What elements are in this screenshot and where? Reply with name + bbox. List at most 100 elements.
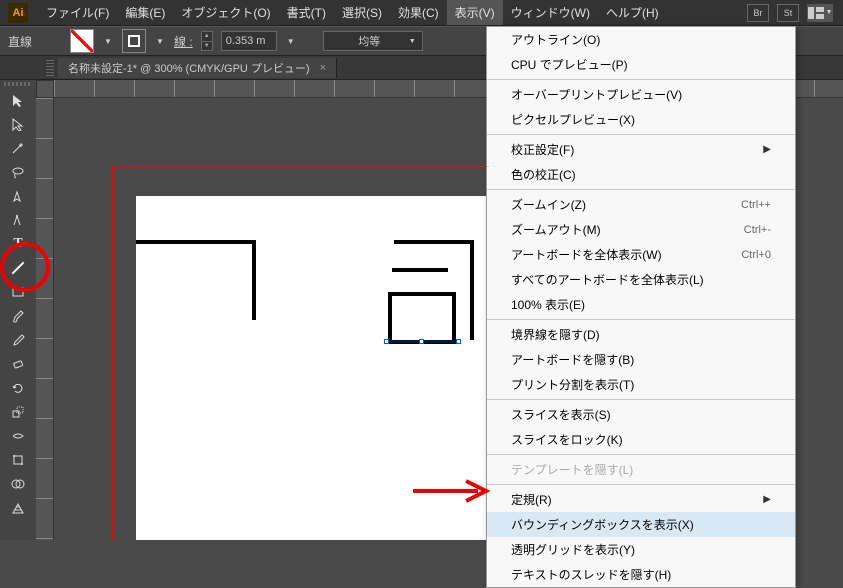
perspective-tool[interactable]	[0, 496, 36, 520]
menu-item[interactable]: プリント分割を表示(T)	[487, 372, 795, 397]
menu-item-label: ズームイン(Z)	[511, 196, 586, 213]
menu-item-shortcut: Ctrl+0	[741, 249, 771, 261]
menu-item-label: オーバープリントプレビュー(V)	[511, 86, 682, 103]
magic-wand-tool[interactable]	[0, 136, 36, 160]
menu-item-label: 100% 表示(E)	[511, 296, 585, 313]
ruler-vertical[interactable]	[36, 98, 54, 540]
fill-swatch[interactable]	[70, 29, 94, 53]
menu-item-label: バウンディングボックスを表示(X)	[511, 516, 694, 533]
menu-help[interactable]: ヘルプ(H)	[598, 0, 667, 25]
submenu-arrow-icon: ▶	[763, 144, 771, 155]
artwork-line[interactable]	[394, 240, 474, 244]
rotate-tool[interactable]	[0, 376, 36, 400]
menu-item[interactable]: アートボードを隠す(B)	[487, 347, 795, 372]
menu-item[interactable]: CPU でプレビュー(P)	[487, 52, 795, 77]
menubar-right: Br St ▼	[747, 4, 843, 22]
menu-item[interactable]: 境界線を隠す(D)	[487, 322, 795, 347]
menu-item[interactable]: 100% 表示(E)	[487, 292, 795, 317]
tab-handle-icon	[46, 60, 54, 76]
fill-dropdown[interactable]: ▼	[102, 29, 114, 53]
lasso-tool[interactable]	[0, 160, 36, 184]
menu-item-label: CPU でプレビュー(P)	[511, 56, 628, 73]
menu-item[interactable]: スライスをロック(K)	[487, 427, 795, 452]
selection-handle[interactable]	[456, 339, 461, 344]
artwork-line[interactable]	[136, 240, 256, 244]
menu-item[interactable]: 定規(R)▶	[487, 487, 795, 512]
pencil-tool[interactable]	[0, 328, 36, 352]
stroke-stepper[interactable]: ▲▼	[201, 31, 213, 51]
selection-tool[interactable]	[0, 88, 36, 112]
scale-tool[interactable]	[0, 400, 36, 424]
menu-item-label: ズームアウト(M)	[511, 221, 601, 238]
stroke-dropdown[interactable]: ▼	[154, 29, 166, 53]
menu-item-label: アートボードを全体表示(W)	[511, 246, 662, 263]
profile-select[interactable]: 均等 ▼	[323, 31, 423, 51]
menu-item[interactable]: バウンディングボックスを表示(X)	[487, 512, 795, 537]
direct-selection-tool[interactable]	[0, 112, 36, 136]
menu-item-shortcut: Ctrl+-	[744, 224, 771, 236]
menu-item[interactable]: すべてのアートボードを全体表示(L)	[487, 267, 795, 292]
menu-separator	[487, 189, 795, 190]
eraser-tool[interactable]	[0, 352, 36, 376]
annotation-circle	[0, 242, 50, 292]
menu-item[interactable]: ズームアウト(M) Ctrl+-	[487, 217, 795, 242]
workspace-switcher[interactable]: ▼	[807, 4, 833, 22]
tool-separator	[4, 82, 32, 86]
menu-separator	[487, 399, 795, 400]
menu-type[interactable]: 書式(T)	[279, 0, 334, 25]
app-logo: Ai	[8, 3, 28, 23]
artwork-line[interactable]	[252, 240, 256, 320]
selection-handle[interactable]	[384, 339, 389, 344]
menu-item-label: テンプレートを隠す(L)	[511, 461, 633, 478]
menu-item-label: 境界線を隠す(D)	[511, 326, 600, 343]
menu-item-shortcut: Ctrl++	[741, 199, 771, 211]
menu-item[interactable]: アウトライン(O)	[487, 27, 795, 52]
menu-item-label: 定規(R)	[511, 491, 552, 508]
tool-label: 直線	[8, 33, 62, 50]
stroke-swatch[interactable]	[122, 29, 146, 53]
width-tool[interactable]	[0, 424, 36, 448]
annotation-arrow	[408, 476, 492, 506]
pen-tool[interactable]	[0, 184, 36, 208]
menu-item[interactable]: ズームイン(Z) Ctrl++	[487, 192, 795, 217]
stroke-weight-input[interactable]: 0.353 m	[221, 31, 277, 51]
tab-close-button[interactable]: ×	[320, 62, 326, 74]
menu-file[interactable]: ファイル(F)	[38, 0, 117, 25]
menu-edit[interactable]: 編集(E)	[117, 0, 173, 25]
bridge-button[interactable]: Br	[747, 4, 769, 22]
stock-button[interactable]: St	[777, 4, 799, 22]
menu-item: テンプレートを隠す(L)	[487, 457, 795, 482]
menu-select[interactable]: 選択(S)	[334, 0, 390, 25]
menu-item-label: すべてのアートボードを全体表示(L)	[511, 271, 704, 288]
menu-item-label: スライスをロック(K)	[511, 431, 623, 448]
menu-item-label: プリント分割を表示(T)	[511, 376, 634, 393]
menu-item[interactable]: 透明グリッドを表示(Y)	[487, 537, 795, 562]
menu-window[interactable]: ウィンドウ(W)	[503, 0, 598, 25]
menu-item[interactable]: スライスを表示(S)	[487, 402, 795, 427]
menu-separator	[487, 454, 795, 455]
menu-item-label: ピクセルプレビュー(X)	[511, 111, 635, 128]
tools-panel: T	[0, 80, 36, 540]
menu-item[interactable]: 校正設定(F)▶	[487, 137, 795, 162]
menu-item[interactable]: オーバープリントプレビュー(V)	[487, 82, 795, 107]
menu-effect[interactable]: 効果(C)	[390, 0, 447, 25]
selection-handle[interactable]	[419, 339, 424, 344]
view-menu-dropdown: アウトライン(O) CPU でプレビュー(P) オーバープリントプレビュー(V) ピク…	[486, 26, 796, 588]
paintbrush-tool[interactable]	[0, 304, 36, 328]
free-transform-tool[interactable]	[0, 448, 36, 472]
curvature-tool[interactable]	[0, 208, 36, 232]
menu-object[interactable]: オブジェクト(O)	[173, 0, 278, 25]
menu-item[interactable]: ピクセルプレビュー(X)	[487, 107, 795, 132]
artwork-line[interactable]	[470, 240, 474, 340]
layout-icon	[808, 7, 824, 19]
menu-item[interactable]: テキストのスレッドを隠す(H)	[487, 562, 795, 587]
stroke-weight-dropdown[interactable]: ▼	[285, 29, 297, 53]
shape-builder-tool[interactable]	[0, 472, 36, 496]
menu-item[interactable]: 色の校正(C)	[487, 162, 795, 187]
artwork-rectangle[interactable]	[388, 292, 456, 344]
document-tab[interactable]: 名称未設定-1* @ 300% (CMYK/GPU プレビュー) ×	[58, 58, 337, 78]
menu-item[interactable]: アートボードを全体表示(W) Ctrl+0	[487, 242, 795, 267]
menu-view[interactable]: 表示(V)	[447, 0, 503, 25]
artwork-line[interactable]	[392, 268, 448, 272]
ruler-corner[interactable]	[36, 80, 54, 98]
